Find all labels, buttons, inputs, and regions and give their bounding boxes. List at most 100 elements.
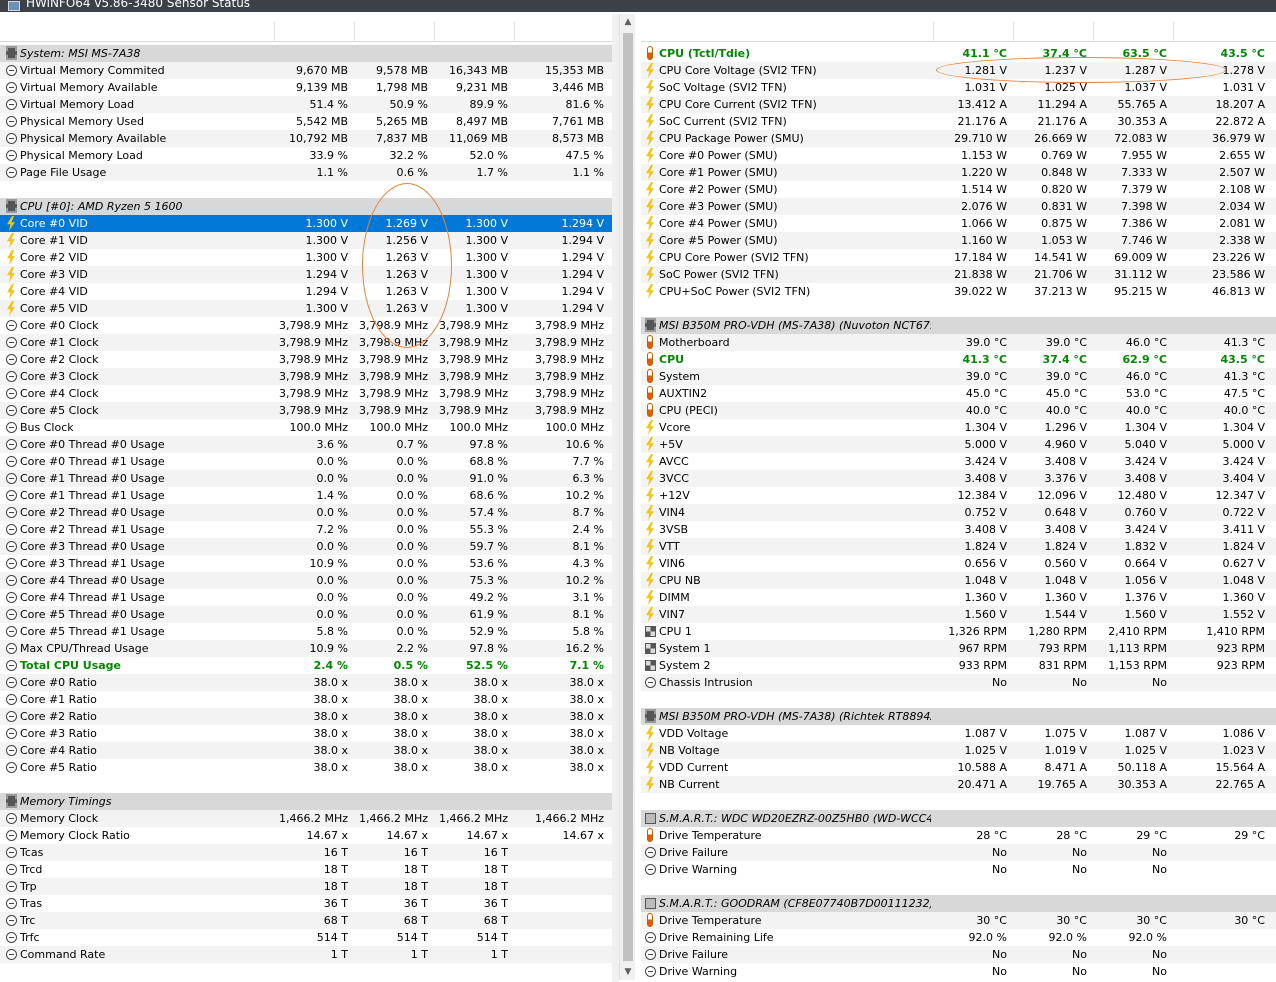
- sensor-row[interactable]: System 39.0 °C 39.0 °C 46.0 °C 41.3 °C: [641, 368, 1276, 385]
- sensor-row[interactable]: Core #4 Clock 3,798.9 MHz 3,798.9 MHz 3,798…: [0, 385, 612, 402]
- sensor-row[interactable]: Core #2 Power (SMU) 1.514 W 0.820 W 7.379 W…: [641, 181, 1276, 198]
- sensor-row[interactable]: Core #1 Clock 3,798.9 MHz 3,798.9 MHz 3,798…: [0, 334, 612, 351]
- sensor-row[interactable]: Core #1 Thread #1 Usage 1.4 % 0.0 % 68.6 % 1…: [0, 487, 612, 504]
- sensor-row[interactable]: CPU 41.3 °C 37.4 °C 62.9 °C 43.5 °C: [641, 351, 1276, 368]
- sensor-row[interactable]: Physical Memory Used 5,542 MB 5,265 MB 8,49…: [0, 113, 612, 130]
- column-header-average[interactable]: [1175, 26, 1265, 40]
- sensor-row[interactable]: Drive Warning No No No: [641, 861, 1276, 878]
- sensor-row[interactable]: VIN4 0.752 V 0.648 V 0.760 V 0.722 V: [641, 504, 1276, 521]
- sensor-row[interactable]: Core #5 Ratio 38.0 x 38.0 x 38.0 x 38.0 x: [0, 759, 612, 776]
- sensor-row[interactable]: Chassis Intrusion No No No: [641, 674, 1276, 691]
- sensor-row[interactable]: CPU NB 1.048 V 1.048 V 1.056 V 1.048 V: [641, 572, 1276, 589]
- sensor-row[interactable]: Core #3 VID 1.294 V 1.263 V 1.300 V 1.294 V: [0, 266, 612, 283]
- sensor-row[interactable]: Core #1 Ratio 38.0 x 38.0 x 38.0 x 38.0 x: [0, 691, 612, 708]
- sensor-row[interactable]: NB Voltage 1.025 V 1.019 V 1.025 V 1.023 V: [641, 742, 1276, 759]
- column-separator[interactable]: [514, 22, 515, 42]
- sensor-row[interactable]: DIMM 1.360 V 1.360 V 1.376 V 1.360 V: [641, 589, 1276, 606]
- sensor-row[interactable]: Drive Warning No No No: [641, 963, 1276, 980]
- sensor-row[interactable]: System 2 933 RPM 831 RPM 1,153 RPM 923 RPM: [641, 657, 1276, 674]
- sensor-group-header[interactable]: S.M.A.R.T.: GOODRAM (CF8E07740B7D0011123…: [641, 895, 1276, 912]
- sensor-row[interactable]: CPU Package Power (SMU) 29.710 W 26.669 W 7…: [641, 130, 1276, 147]
- sensor-row[interactable]: Physical Memory Load 33.9 % 32.2 % 52.0 % 47…: [0, 147, 612, 164]
- sensor-row[interactable]: Core #5 VID 1.300 V 1.263 V 1.300 V 1.294 V: [0, 300, 612, 317]
- sensor-row[interactable]: +12V 12.384 V 12.096 V 12.480 V 12.347 V: [641, 487, 1276, 504]
- sensor-table-right[interactable]: CPU (Tctl/Tdie) 41.1 °C 37.4 °C 63.5 °C 43.5…: [641, 22, 1276, 982]
- sensor-row[interactable]: Core #2 VID 1.300 V 1.263 V 1.300 V 1.294 V: [0, 249, 612, 266]
- sensor-row[interactable]: Drive Failure No No No: [641, 946, 1276, 963]
- sensor-group-header[interactable]: System: MSI MS-7A38: [0, 45, 612, 62]
- column-separator[interactable]: [354, 22, 355, 42]
- column-separator[interactable]: [933, 22, 934, 42]
- sensor-row[interactable]: VIN6 0.656 V 0.560 V 0.664 V 0.627 V: [641, 555, 1276, 572]
- sensor-row[interactable]: Core #3 Thread #1 Usage 10.9 % 0.0 % 53.6 %…: [0, 555, 612, 572]
- sensor-row[interactable]: Memory Clock Ratio 14.67 x 14.67 x 14.67 x 1…: [0, 827, 612, 844]
- column-header-sensor[interactable]: [645, 26, 917, 40]
- sensor-row[interactable]: Core #0 Thread #0 Usage 3.6 % 0.7 % 97.8 % 1…: [0, 436, 612, 453]
- sensor-row[interactable]: Command Rate 1 T 1 T 1 T: [0, 946, 612, 963]
- column-header-current[interactable]: [276, 26, 348, 40]
- sensor-row[interactable]: Drive Remaining Life 92.0 % 92.0 % 92.0 %: [641, 929, 1276, 946]
- sensor-group-header[interactable]: MSI B350M PRO-VDH (MS-7A38) (Richtek RT8…: [641, 708, 1276, 725]
- sensor-row[interactable]: VTT 1.824 V 1.824 V 1.832 V 1.824 V: [641, 538, 1276, 555]
- sensor-row[interactable]: CPU Core Voltage (SVI2 TFN) 1.281 V 1.237 …: [641, 62, 1276, 79]
- sensor-row[interactable]: Core #2 Clock 3,798.9 MHz 3,798.9 MHz 3,798…: [0, 351, 612, 368]
- sensor-row[interactable]: Core #0 Thread #1 Usage 0.0 % 0.0 % 68.8 % 7…: [0, 453, 612, 470]
- sensor-row[interactable]: System 1 967 RPM 793 RPM 1,113 RPM 923 RPM: [641, 640, 1276, 657]
- sensor-row[interactable]: Core #0 Ratio 38.0 x 38.0 x 38.0 x 38.0 x: [0, 674, 612, 691]
- sensor-row[interactable]: 3VCC 3.408 V 3.376 V 3.408 V 3.404 V: [641, 470, 1276, 487]
- sensor-row[interactable]: Max CPU/Thread Usage 10.9 % 2.2 % 97.8 % 16.…: [0, 640, 612, 657]
- sensor-row[interactable]: CPU (Tctl/Tdie) 41.1 °C 37.4 °C 63.5 °C 43.5…: [641, 45, 1276, 62]
- sensor-row[interactable]: AVCC 3.424 V 3.408 V 3.424 V 3.424 V: [641, 453, 1276, 470]
- sensor-row[interactable]: Virtual Memory Commited 9,670 MB 9,578 MB 1…: [0, 62, 612, 79]
- sensor-row[interactable]: Vcore 1.304 V 1.296 V 1.304 V 1.304 V: [641, 419, 1276, 436]
- sensor-row[interactable]: VDD Voltage 1.087 V 1.075 V 1.087 V 1.086 V: [641, 725, 1276, 742]
- sensor-row[interactable]: Drive Temperature 28 °C 28 °C 29 °C 29 °C: [641, 827, 1276, 844]
- column-header-sensor[interactable]: [4, 26, 254, 40]
- sensor-row[interactable]: Tras 36 T 36 T 36 T: [0, 895, 612, 912]
- sensor-row[interactable]: Trcd 18 T 18 T 18 T: [0, 861, 612, 878]
- sensor-row[interactable]: Trc 68 T 68 T 68 T: [0, 912, 612, 929]
- sensor-row[interactable]: Core #4 Thread #1 Usage 0.0 % 0.0 % 49.2 % 3…: [0, 589, 612, 606]
- column-header-current[interactable]: [935, 26, 1007, 40]
- column-header-maximum[interactable]: [1095, 26, 1167, 40]
- sensor-row[interactable]: Core #1 Power (SMU) 1.220 W 0.848 W 7.333 W…: [641, 164, 1276, 181]
- sensor-row[interactable]: Physical Memory Available 10,792 MB 7,837 …: [0, 130, 612, 147]
- sensor-row[interactable]: AUXTIN2 45.0 °C 45.0 °C 53.0 °C 47.5 °C: [641, 385, 1276, 402]
- sensor-row[interactable]: Core #1 VID 1.300 V 1.256 V 1.300 V 1.294 V: [0, 232, 612, 249]
- sensor-row[interactable]: Core #2 Thread #0 Usage 0.0 % 0.0 % 57.4 % 8…: [0, 504, 612, 521]
- sensor-row[interactable]: Drive Failure No No No: [641, 844, 1276, 861]
- scroll-up-arrow-icon[interactable]: ▲: [620, 14, 636, 30]
- column-separator[interactable]: [1013, 22, 1014, 42]
- sensor-row[interactable]: Bus Clock 100.0 MHz 100.0 MHz 100.0 MHz 100.…: [0, 419, 612, 436]
- sensor-row[interactable]: Virtual Memory Load 51.4 % 50.9 % 89.9 % 81.…: [0, 96, 612, 113]
- scrollbar-thumb[interactable]: [623, 33, 633, 961]
- sensor-row[interactable]: Core #4 VID 1.294 V 1.263 V 1.300 V 1.294 V: [0, 283, 612, 300]
- sensor-row[interactable]: Core #3 Power (SMU) 2.076 W 0.831 W 7.398 W…: [641, 198, 1276, 215]
- sensor-row[interactable]: CPU Core Current (SVI2 TFN) 13.412 A 11.29…: [641, 96, 1276, 113]
- sensor-row[interactable]: Core #3 Thread #0 Usage 0.0 % 0.0 % 59.7 % 8…: [0, 538, 612, 555]
- sensor-row[interactable]: Trp 18 T 18 T 18 T: [0, 878, 612, 895]
- column-header-minimum[interactable]: [1015, 26, 1087, 40]
- sensor-row[interactable]: Core #3 Ratio 38.0 x 38.0 x 38.0 x 38.0 x: [0, 725, 612, 742]
- sensor-row[interactable]: Drive Temperature 30 °C 30 °C 30 °C 30 °C: [641, 912, 1276, 929]
- column-separator[interactable]: [274, 22, 275, 42]
- sensor-row[interactable]: Core #1 Thread #0 Usage 0.0 % 0.0 % 91.0 % 6…: [0, 470, 612, 487]
- sensor-row[interactable]: Core #5 Clock 3,798.9 MHz 3,798.9 MHz 3,798…: [0, 402, 612, 419]
- column-header-maximum[interactable]: [436, 26, 508, 40]
- sensor-row[interactable]: Core #0 Clock 3,798.9 MHz 3,798.9 MHz 3,798…: [0, 317, 612, 334]
- sensor-row[interactable]: Core #5 Thread #1 Usage 5.8 % 0.0 % 52.9 % 5…: [0, 623, 612, 640]
- sensor-row[interactable]: CPU+SoC Power (SVI2 TFN) 39.022 W 37.213 W…: [641, 283, 1276, 300]
- sensor-group-header[interactable]: CPU [#0]: AMD Ryzen 5 1600: [0, 198, 612, 215]
- sensor-row[interactable]: +5V 5.000 V 4.960 V 5.040 V 5.000 V: [641, 436, 1276, 453]
- sensor-group-header[interactable]: MSI B350M PRO-VDH (MS-7A38) (Nuvoton NCT…: [641, 317, 1276, 334]
- sensor-row[interactable]: Memory Clock 1,466.2 MHz 1,466.2 MHz 1,466.…: [0, 810, 612, 827]
- sensor-row[interactable]: Tcas 16 T 16 T 16 T: [0, 844, 612, 861]
- sensor-group-header[interactable]: Memory Timings: [0, 793, 612, 810]
- sensor-row[interactable]: Core #4 Power (SMU) 1.066 W 0.875 W 7.386 W…: [641, 215, 1276, 232]
- sensor-row[interactable]: CPU 1 1,326 RPM 1,280 RPM 2,410 RPM 1,410 RP…: [641, 623, 1276, 640]
- sensor-row[interactable]: Core #3 Clock 3,798.9 MHz 3,798.9 MHz 3,798…: [0, 368, 612, 385]
- scroll-down-arrow-icon[interactable]: ▼: [620, 964, 636, 980]
- sensor-row[interactable]: Core #4 Ratio 38.0 x 38.0 x 38.0 x 38.0 x: [0, 742, 612, 759]
- sensor-row[interactable]: Trfc 514 T 514 T 514 T: [0, 929, 612, 946]
- column-separator[interactable]: [1093, 22, 1094, 42]
